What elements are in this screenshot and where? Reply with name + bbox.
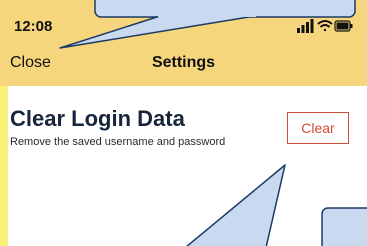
status-time: 12:08	[14, 18, 53, 35]
page-title: Settings	[151, 54, 216, 71]
status-icons	[297, 19, 353, 33]
callout-pointer-bottom	[186, 164, 286, 246]
header: 12:08 Close Settings	[0, 0, 367, 86]
section-description: Remove the saved username and password	[10, 136, 226, 148]
callout-box-bottom	[321, 207, 367, 246]
wifi-icon	[317, 20, 333, 32]
clear-button[interactable]: Clear	[287, 112, 349, 144]
signal-icon	[297, 19, 314, 33]
section-title: Clear Login Data	[10, 106, 185, 131]
battery-icon	[334, 20, 353, 32]
